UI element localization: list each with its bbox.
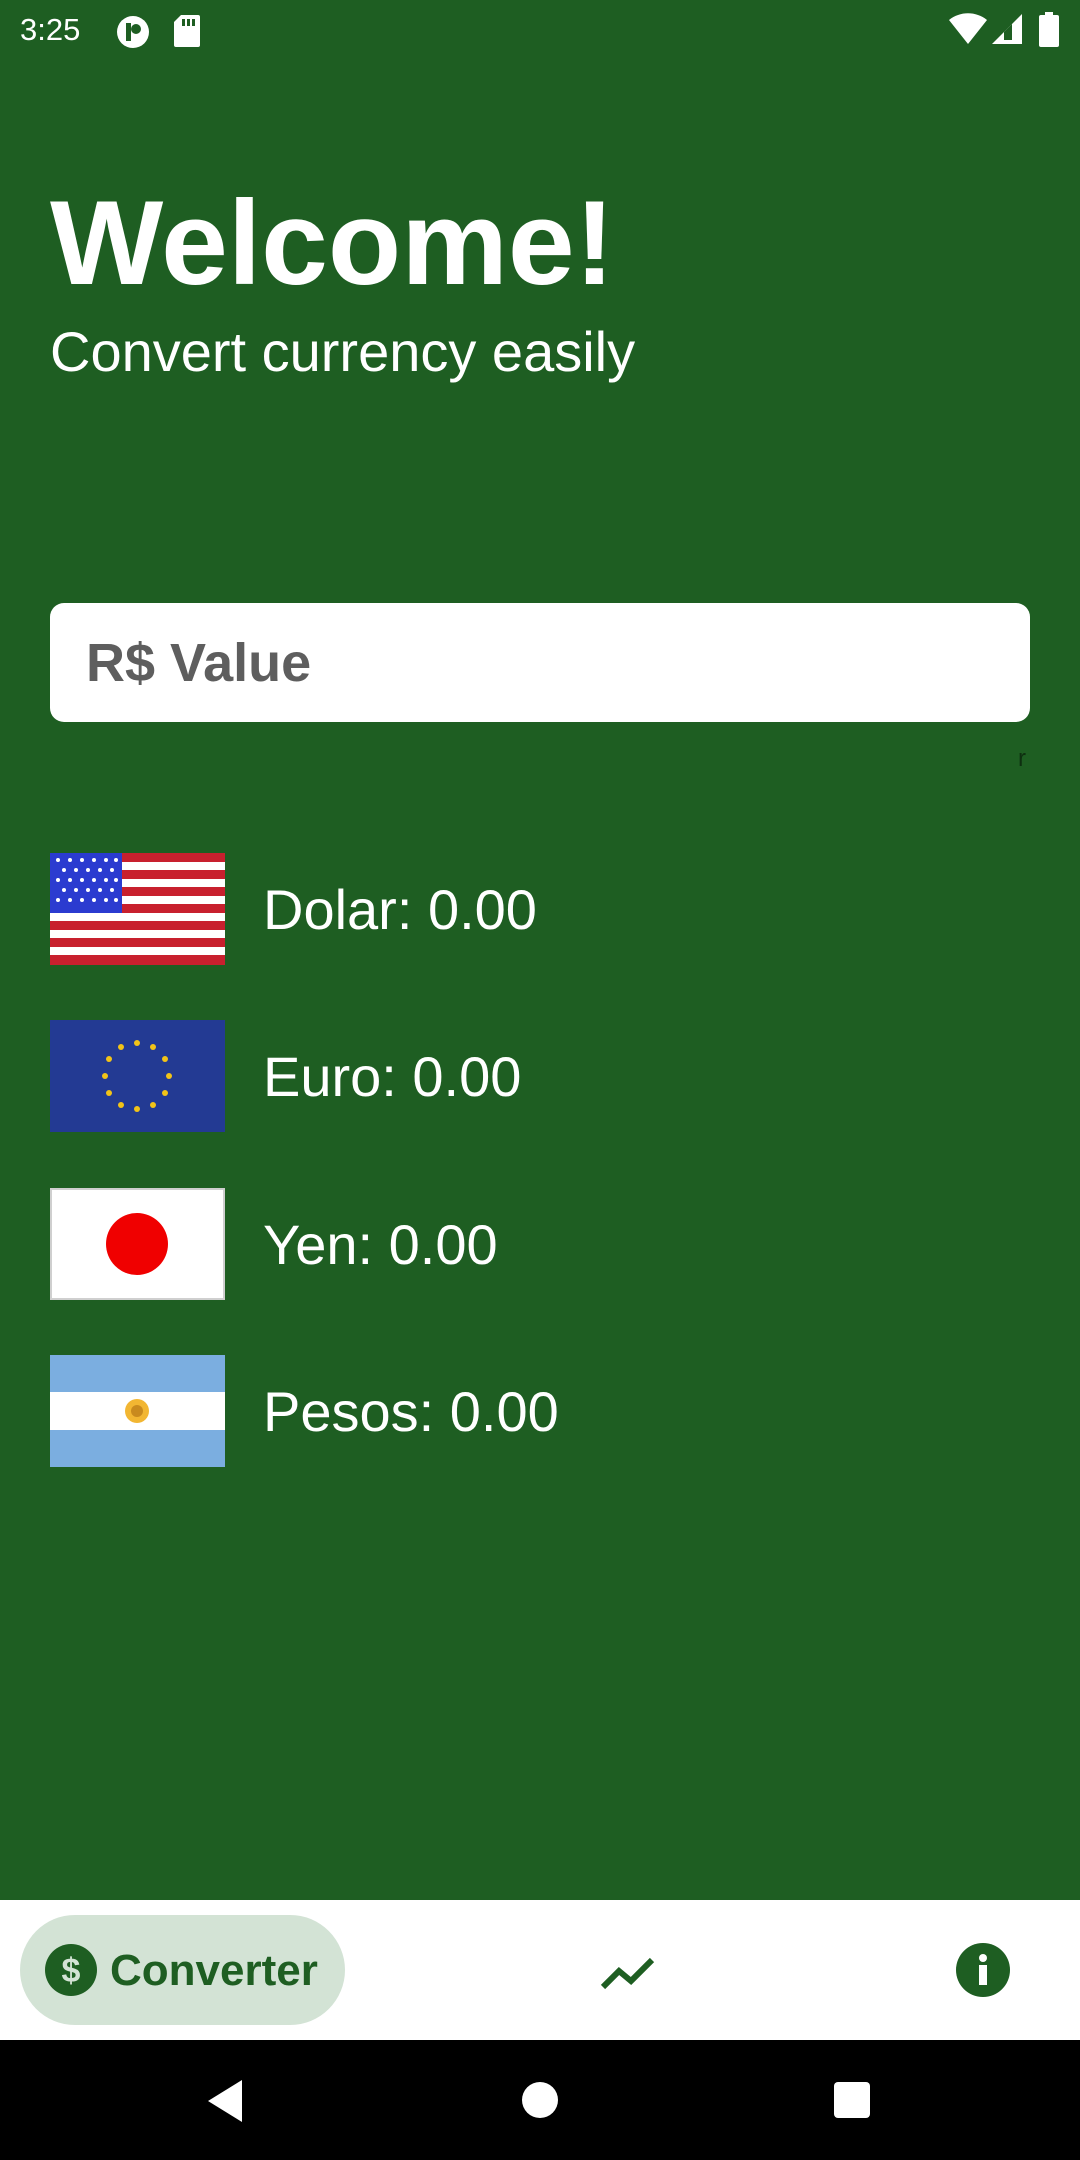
currency-yen-label: Yen: 0.00	[263, 1213, 498, 1276]
nav-converter-tab[interactable]: $ Converter	[20, 1915, 345, 2025]
nav-converter-label: Converter	[110, 1946, 318, 1995]
status-bar: 3:25	[0, 0, 1080, 62]
japan-flag-icon	[50, 1188, 225, 1300]
status-time: 3:25	[20, 12, 81, 47]
app-screen: 3:25 Welcome! Convert currency easily r	[0, 0, 1080, 2160]
currency-row-yen: Yen: 0.00	[50, 1188, 1030, 1300]
bottom-navigation: $ Converter	[0, 1900, 1080, 2040]
stray-text: r	[1018, 745, 1026, 772]
back-icon[interactable]	[204, 2078, 248, 2124]
trending-up-icon[interactable]	[592, 1935, 662, 2005]
welcome-subtitle: Convert currency easily	[50, 320, 636, 383]
wifi-icon	[949, 13, 987, 44]
argentina-flag-icon	[50, 1355, 225, 1467]
currency-row-euro: Euro: 0.00	[50, 1020, 1030, 1132]
app-notification-icon	[117, 16, 149, 48]
currency-pesos-label: Pesos: 0.00	[263, 1380, 559, 1443]
currency-dolar-label: Dolar: 0.00	[263, 878, 537, 941]
battery-icon	[1039, 12, 1059, 47]
currency-euro-label: Euro: 0.00	[263, 1045, 522, 1108]
eu-flag-icon	[50, 1020, 225, 1132]
currency-row-dolar: Dolar: 0.00	[50, 853, 1030, 965]
sd-card-icon	[174, 15, 200, 47]
us-flag-icon	[50, 853, 225, 965]
recents-icon[interactable]	[834, 2082, 870, 2118]
cell-signal-icon	[992, 14, 1022, 44]
system-navigation-bar	[0, 2040, 1080, 2160]
dollar-icon: $	[45, 1944, 97, 1996]
svg-text:$: $	[62, 1952, 81, 1990]
info-icon[interactable]	[955, 1942, 1011, 1998]
home-icon[interactable]	[522, 2082, 558, 2118]
welcome-title: Welcome!	[50, 176, 615, 310]
currency-row-pesos: Pesos: 0.00	[50, 1355, 1030, 1467]
brl-value-input[interactable]	[50, 603, 1030, 722]
